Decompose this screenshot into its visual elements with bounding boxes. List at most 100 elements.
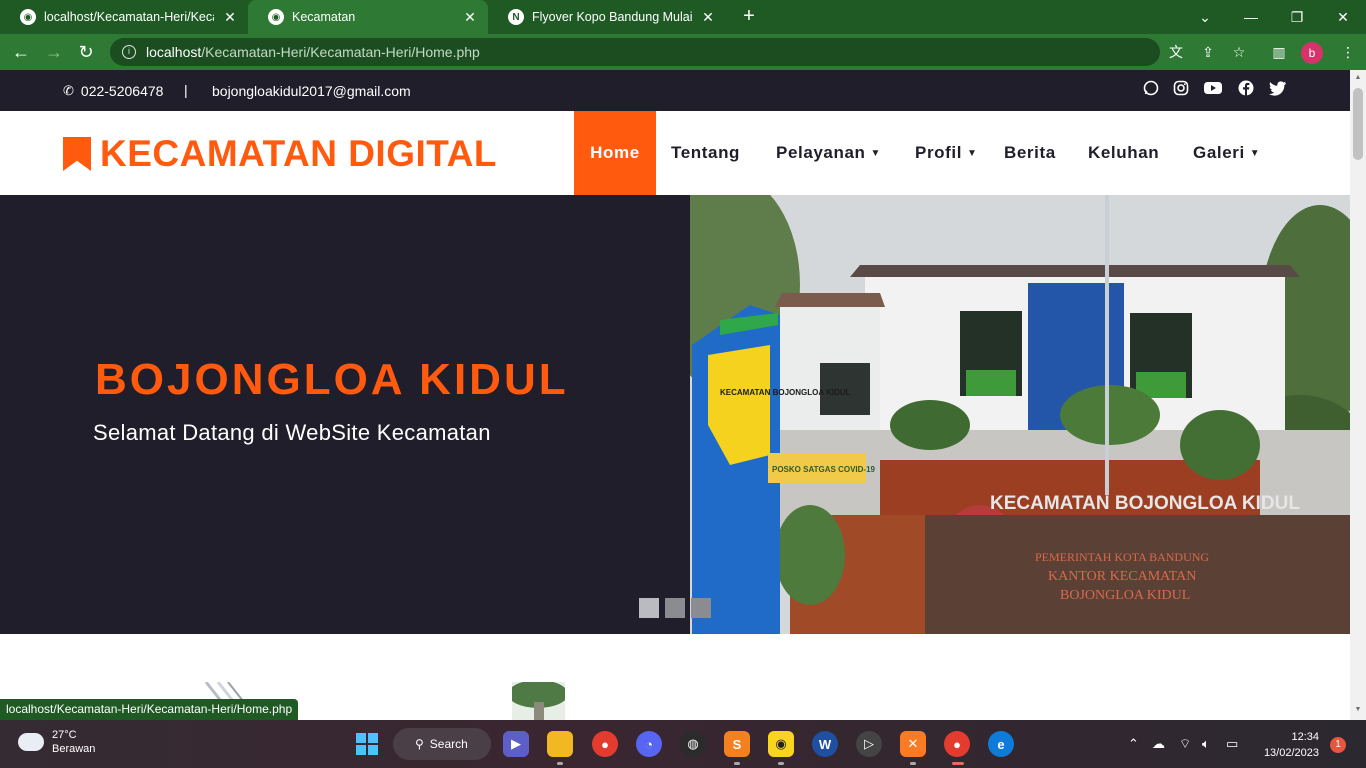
- translate-icon[interactable]: 文: [1166, 42, 1186, 62]
- hero-title: BOJONGLOA KIDUL: [95, 355, 569, 404]
- tab-search-chevron-icon[interactable]: ⌄: [1182, 0, 1228, 34]
- globe-icon: ◉: [268, 9, 284, 25]
- profile-avatar[interactable]: b: [1301, 42, 1323, 64]
- globe-icon: ◉: [20, 9, 36, 25]
- chevron-up-icon[interactable]: ⌃: [1128, 736, 1139, 752]
- wifi-icon[interactable]: ⌔: [1179, 736, 1191, 752]
- nav-profil[interactable]: Profil ▼: [915, 111, 978, 195]
- search-icon: ⚲: [415, 737, 424, 751]
- close-icon[interactable]: ✕: [222, 9, 238, 26]
- close-icon[interactable]: ✕: [700, 9, 716, 26]
- share-icon[interactable]: ⇪: [1198, 42, 1218, 62]
- phone-number: 022-5206478: [80, 83, 164, 99]
- site-header: KECAMATAN DIGITAL Home Tentang Pelayanan…: [0, 111, 1350, 195]
- volume-icon[interactable]: 🔈︎: [1202, 736, 1210, 752]
- browser-toolbar: ← → ↻ i localhost/Kecamatan-Heri/Kecamat…: [0, 34, 1366, 70]
- start-windows-icon[interactable]: [354, 731, 380, 757]
- content-image-right: [508, 680, 568, 720]
- running-indicator: [778, 762, 784, 765]
- sublime-text-icon[interactable]: S: [724, 731, 750, 757]
- instagram-icon[interactable]: [1171, 80, 1191, 100]
- forward-icon[interactable]: →: [42, 40, 66, 64]
- nav-berita[interactable]: Berita: [1004, 111, 1056, 195]
- xampp-icon[interactable]: ✕: [900, 731, 926, 757]
- slide-indicator-2[interactable]: [665, 598, 685, 618]
- media-player-icon[interactable]: ▷: [856, 731, 882, 757]
- menu-kebab-icon[interactable]: ⋮: [1338, 42, 1358, 62]
- edge-icon[interactable]: e: [988, 731, 1014, 757]
- word-app-icon[interactable]: W: [812, 731, 838, 757]
- maximize-icon[interactable]: ❐: [1274, 0, 1320, 34]
- nav-label: Pelayanan: [776, 143, 866, 162]
- file-explorer-icon[interactable]: [547, 731, 573, 757]
- running-indicator: [557, 762, 563, 765]
- site-logo[interactable]: KECAMATAN DIGITAL: [63, 133, 497, 175]
- nav-label: Berita: [1004, 143, 1056, 162]
- nav-galeri[interactable]: Galeri ▼: [1193, 111, 1260, 195]
- weather-condition: Berawan: [52, 743, 96, 755]
- notification-badge[interactable]: 1: [1330, 737, 1346, 753]
- battery-icon[interactable]: ▭: [1226, 736, 1238, 752]
- contact-topbar: ✆ 022-5206478 | bojongloakidul2017@gmail…: [0, 70, 1350, 111]
- slide-indicator-3[interactable]: [691, 598, 711, 618]
- back-icon[interactable]: ←: [9, 40, 33, 64]
- bookmark-star-icon[interactable]: ☆: [1229, 42, 1249, 62]
- tab-kecamatan[interactable]: ◉ Kecamatan ✕: [248, 0, 488, 34]
- close-icon[interactable]: ✕: [462, 9, 478, 26]
- office-building-image: KECAMATAN BOJONGLOA KIDUL PEMERINTAH KOT…: [690, 195, 1350, 634]
- nav-label: Keluhan: [1088, 143, 1160, 162]
- whatsapp-icon[interactable]: [1141, 80, 1161, 100]
- url-path: /Kecamatan-Heri/Kecamatan-Heri/Home.php: [201, 44, 480, 60]
- obs-icon[interactable]: ◍: [680, 731, 706, 757]
- nav-label: Profil: [915, 143, 963, 162]
- status-bar-url: localhost/Kecamatan-Heri/Kecamatan-Heri/…: [0, 699, 299, 720]
- scroll-thumb[interactable]: [1353, 88, 1363, 160]
- taskbar-search[interactable]: ⚲ Search: [393, 728, 491, 760]
- email-address: bojongloakidul2017@gmail.com: [212, 83, 411, 99]
- caret-down-icon: ▼: [870, 147, 882, 159]
- separator: |: [184, 82, 188, 98]
- weather-widget[interactable]: 27°C Berawan: [16, 727, 96, 756]
- windows-taskbar: 27°C Berawan ⚲ Search ▶ ● ◔ ◍ S ◉ W ▷ ✕ …: [0, 720, 1366, 768]
- minimize-icon[interactable]: —: [1228, 0, 1274, 34]
- phone-icon: ✆: [63, 83, 74, 98]
- site-info-icon[interactable]: i: [122, 45, 136, 59]
- chrome-icon[interactable]: ●: [592, 731, 618, 757]
- search-label: Search: [429, 737, 468, 751]
- date: 13/02/2023: [1263, 747, 1319, 759]
- active-indicator: [952, 762, 964, 765]
- app-yellow-icon[interactable]: ◉: [768, 731, 794, 757]
- tab-flyover[interactable]: N Flyover Kopo Bandung Mulai Diu ✕: [488, 0, 726, 34]
- sign-line1: PEMERINTAH KOTA BANDUNG: [1035, 550, 1209, 564]
- tab-title: localhost/Kecamatan-Heri/Kecam: [44, 10, 214, 24]
- nav-pelayanan[interactable]: Pelayanan ▼: [776, 111, 881, 195]
- chrome-profile-icon[interactable]: ●: [944, 731, 970, 757]
- caret-down-icon: ▼: [967, 147, 978, 159]
- system-clock[interactable]: 12:34 13/02/2023: [1257, 729, 1319, 761]
- temperature: 27°C: [52, 729, 77, 741]
- news-favicon-icon: N: [508, 9, 524, 25]
- twitter-icon[interactable]: [1268, 80, 1288, 100]
- nav-keluhan[interactable]: Keluhan: [1088, 111, 1159, 195]
- reload-icon[interactable]: ↻: [74, 40, 98, 64]
- nav-home[interactable]: Home: [574, 111, 656, 195]
- sign-line2: KANTOR KECAMATAN: [1048, 569, 1196, 584]
- nav-tentang[interactable]: Tentang: [671, 111, 740, 195]
- youtube-icon[interactable]: [1203, 80, 1223, 100]
- scroll-down-icon[interactable]: ▼: [1354, 706, 1362, 714]
- sign-main-text: KECAMATAN BOJONGLOA KIDUL: [990, 493, 1300, 514]
- close-window-icon[interactable]: ✕: [1320, 0, 1366, 34]
- side-panel-icon[interactable]: ▥: [1269, 42, 1289, 62]
- teams-meet-icon[interactable]: ▶: [503, 731, 529, 757]
- logo-text: KECAMATAN DIGITAL: [100, 133, 497, 174]
- tab-localhost[interactable]: ◉ localhost/Kecamatan-Heri/Kecam ✕: [0, 0, 248, 34]
- slide-indicator-1[interactable]: [639, 598, 659, 618]
- page-scrollbar[interactable]: ▲ ▼: [1350, 70, 1366, 720]
- caret-down-icon: ▼: [1249, 147, 1261, 159]
- network-off-icon[interactable]: ☁: [1152, 736, 1165, 752]
- new-tab-icon[interactable]: +: [738, 5, 760, 27]
- scroll-up-icon[interactable]: ▲: [1354, 74, 1362, 82]
- facebook-icon[interactable]: [1236, 80, 1256, 100]
- address-bar[interactable]: i localhost/Kecamatan-Heri/Kecamatan-Her…: [110, 38, 1160, 66]
- discord-icon[interactable]: ◔: [636, 731, 662, 757]
